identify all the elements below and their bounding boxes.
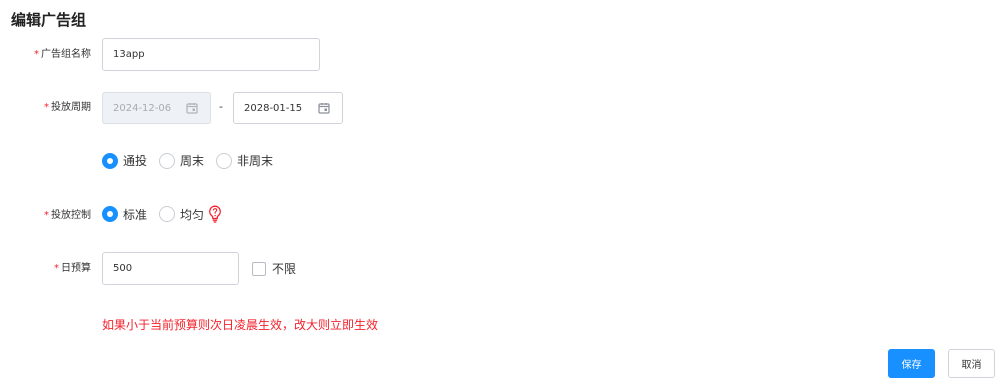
unlimited-budget-checkbox[interactable]: 不限	[252, 260, 296, 277]
name-label: * 广告组名称	[34, 49, 91, 60]
lightbulb-icon[interactable]	[208, 205, 222, 223]
period-label: * 投放周期	[44, 102, 91, 113]
date-range-separator: -	[219, 100, 223, 113]
radio-indicator[interactable]	[102, 152, 118, 169]
radio-even[interactable]: 均匀	[159, 206, 204, 223]
radio-indicator[interactable]	[159, 152, 176, 169]
delivery-control-label: * 投放控制	[44, 210, 91, 221]
daily-budget-label: * 日预算	[54, 263, 91, 274]
checkbox-box[interactable]	[252, 261, 266, 276]
page-title: 编辑广告组	[11, 11, 87, 29]
required-mark: *	[44, 210, 49, 221]
radio-indicator[interactable]	[102, 206, 118, 222]
radio-indicator[interactable]	[216, 152, 233, 169]
day-type-radio-group: 通投 周末 非周末	[102, 152, 285, 169]
ad-group-name-input[interactable]: 13app	[102, 38, 320, 71]
required-mark: *	[34, 49, 39, 60]
budget-effective-notice: 如果小于当前预算则次日凌晨生效，改大则立即生效	[102, 318, 379, 332]
daily-budget-input[interactable]: 500	[102, 252, 239, 285]
radio-weekday[interactable]: 非周末	[216, 152, 273, 169]
calendar-icon	[186, 103, 198, 114]
start-date-input: 2024-12-06	[102, 92, 211, 124]
cancel-button[interactable]: 取消	[948, 349, 995, 378]
delivery-control-radio-group: 标准 均匀	[102, 205, 222, 223]
required-mark: *	[44, 102, 49, 113]
required-mark: *	[54, 263, 59, 274]
save-button[interactable]: 保存	[888, 349, 935, 378]
radio-indicator[interactable]	[159, 206, 176, 222]
radio-standard[interactable]: 标准	[102, 206, 147, 223]
radio-all-days[interactable]: 通投	[102, 152, 147, 169]
end-date-input[interactable]: 2028-01-15	[233, 92, 343, 124]
calendar-icon[interactable]	[318, 102, 330, 114]
radio-weekend[interactable]: 周末	[159, 152, 204, 169]
